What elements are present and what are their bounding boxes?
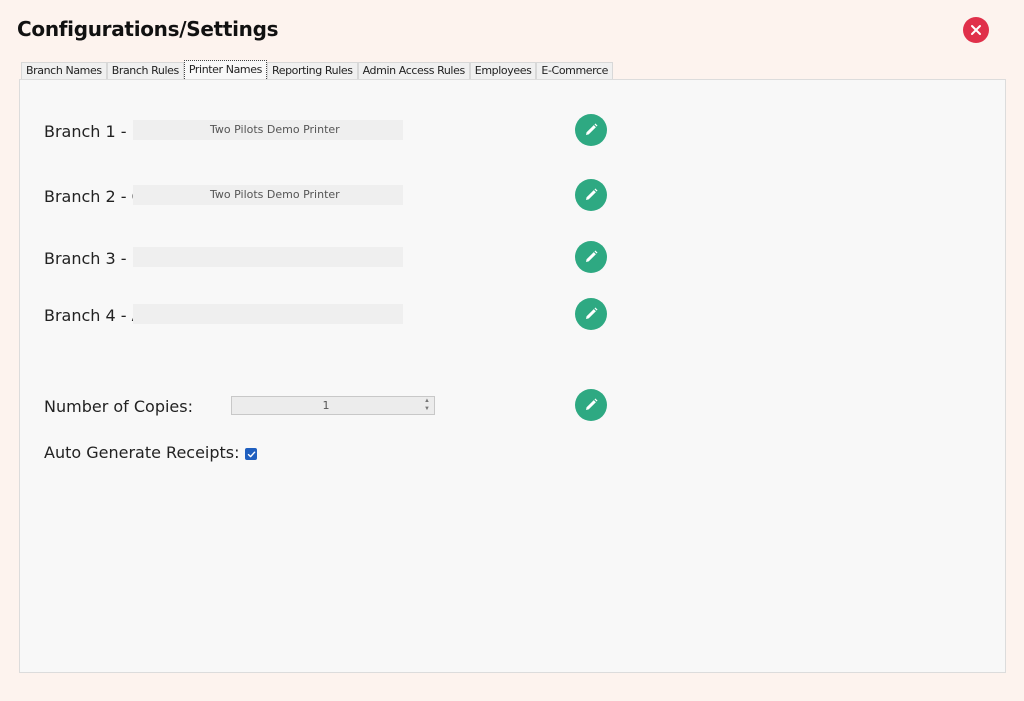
edit-branch-1-button[interactable]	[575, 114, 607, 146]
chevron-up-icon[interactable]: ▲	[424, 398, 430, 405]
edit-branch-3-button[interactable]	[575, 241, 607, 273]
tab-branch-names[interactable]: Branch Names	[21, 62, 107, 79]
branch-1-printer-name: Two Pilots Demo Printer	[210, 123, 340, 136]
tab-bar: Branch Names Branch Rules Printer Names …	[21, 60, 614, 79]
chevron-down-icon[interactable]: ▼	[424, 406, 430, 413]
window-title: Configurations/Settings	[17, 17, 279, 41]
stepper-arrows[interactable]: ▲ ▼	[422, 398, 432, 413]
branch-4-printer-field	[133, 304, 403, 324]
branch-2-label: Branch 2 - C	[44, 187, 143, 206]
tab-printer-names[interactable]: Printer Names	[183, 60, 267, 79]
close-icon	[971, 25, 981, 35]
pencil-icon	[586, 188, 598, 200]
number-of-copies-value: 1	[322, 399, 330, 412]
branch-1-label: Branch 1 - F	[44, 122, 141, 141]
close-button[interactable]	[963, 17, 989, 43]
edit-branch-2-button[interactable]	[575, 179, 607, 211]
checkmark-icon	[247, 451, 255, 457]
tab-reporting-rules[interactable]: Reporting Rules	[266, 62, 358, 79]
branch-4-label: Branch 4 - A	[44, 306, 143, 325]
branch-3-printer-field	[133, 247, 403, 267]
branch-2-printer-name: Two Pilots Demo Printer	[210, 188, 340, 201]
auto-generate-receipts-checkbox[interactable]	[245, 448, 257, 460]
number-of-copies-stepper[interactable]: 1 ▲ ▼	[231, 396, 435, 415]
edit-branch-4-button[interactable]	[575, 298, 607, 330]
branch-3-label: Branch 3 - F	[44, 249, 141, 268]
pencil-icon	[586, 250, 598, 262]
auto-generate-receipts-label: Auto Generate Receipts:	[44, 443, 240, 462]
printer-names-panel	[19, 79, 1006, 673]
pencil-icon	[586, 123, 598, 135]
tab-employees[interactable]: Employees	[469, 62, 537, 79]
pencil-icon	[586, 398, 598, 410]
number-of-copies-label: Number of Copies:	[44, 397, 193, 416]
tab-e-commerce[interactable]: E-Commerce	[536, 62, 614, 79]
pencil-icon	[586, 307, 598, 319]
tab-branch-rules[interactable]: Branch Rules	[106, 62, 184, 79]
edit-copies-button[interactable]	[575, 389, 607, 421]
tab-admin-access-rules[interactable]: Admin Access Rules	[357, 62, 470, 79]
